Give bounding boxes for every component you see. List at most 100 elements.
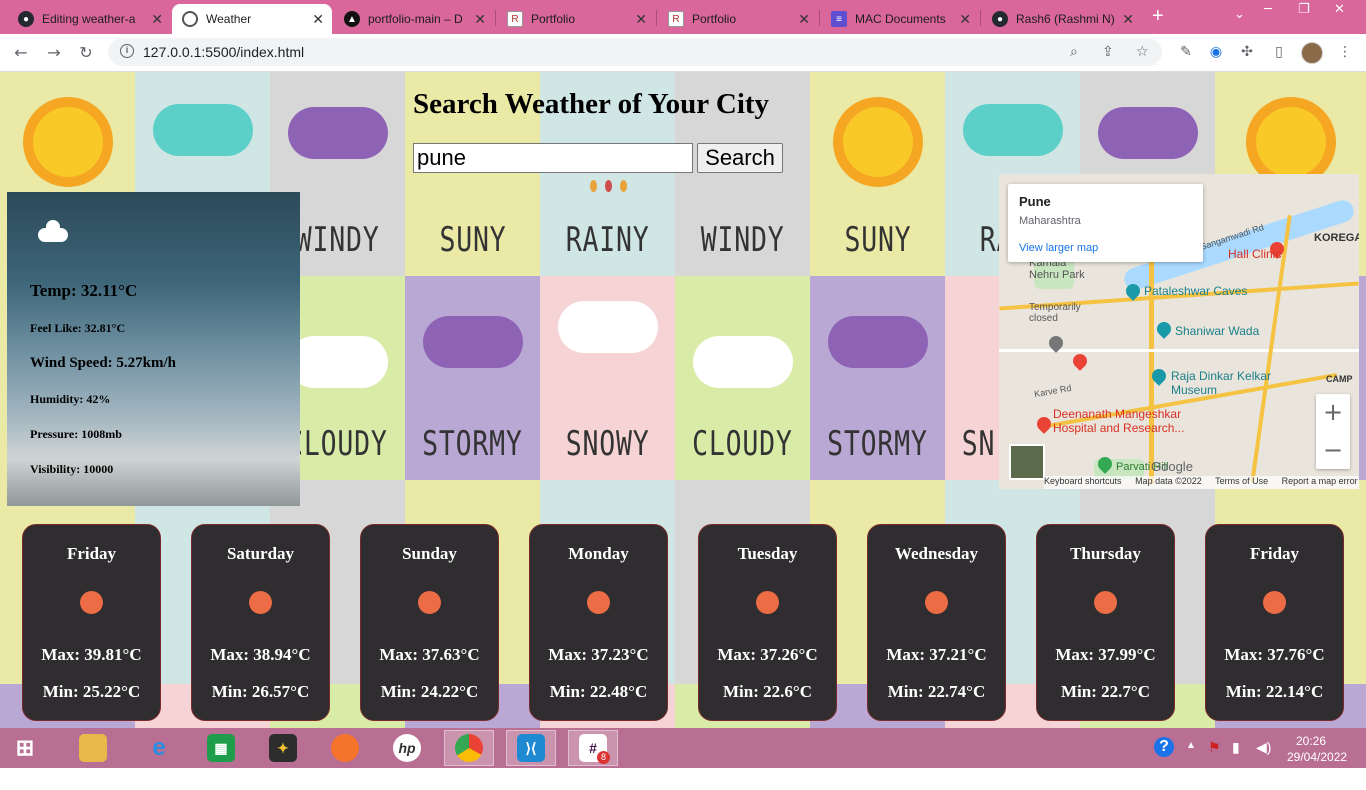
tab-close-button[interactable]: ✕ [635, 11, 647, 28]
forecast-day: Thursday [1070, 544, 1141, 563]
tab-separator [656, 10, 657, 26]
forecast-day: Saturday [226, 544, 295, 563]
forecast-min: Min: 22.14°C [1225, 682, 1324, 701]
map-label-koregaon: KOREGA [1314, 232, 1359, 244]
tab-mac-documents[interactable]: ≡ MAC Documents ✕ [821, 4, 979, 34]
tab-close-button[interactable]: ✕ [151, 11, 163, 28]
site-info-icon[interactable]: i [120, 44, 134, 58]
cloud-icon [38, 220, 68, 242]
map-place-region: Maharashtra [1019, 215, 1081, 227]
avatar[interactable] [1301, 42, 1323, 64]
bg-tile: STORMY [810, 276, 945, 480]
firefox-icon[interactable] [320, 730, 370, 766]
hp-icon[interactable]: hp [382, 730, 432, 766]
rain-cloud-icon [152, 104, 253, 156]
new-tab-button[interactable]: + [1152, 5, 1164, 28]
keyboard-shortcuts-link[interactable]: Keyboard shortcuts [1044, 476, 1122, 486]
embedded-map[interactable]: KOREGA Hall Clinic Kamala Nehru Park San… [999, 174, 1359, 489]
bg-word: WINDY [700, 220, 785, 260]
search-button[interactable]: Search [697, 143, 783, 173]
tab-portfolio-2[interactable]: R Portfolio ✕ [658, 4, 818, 34]
snow-cloud-icon [557, 301, 658, 353]
forecast-card: Saturday Max: 38.94°C Min: 26.57°C [191, 524, 330, 721]
tab-portfolio-main[interactable]: ▲ portfolio-main – D ✕ [334, 4, 494, 34]
sun-icon [32, 107, 103, 177]
vscode-icon[interactable]: ⟩⟨ [506, 730, 556, 766]
pressure: Pressure: 1008mb [30, 427, 122, 441]
paint-icon[interactable]: ✦ [258, 730, 308, 766]
city-search-input[interactable]: pune [413, 143, 693, 173]
satellite-toggle-thumbnail[interactable] [1009, 444, 1045, 480]
pen-extension-icon[interactable]: ✎ [1177, 43, 1195, 61]
tab-close-button[interactable]: ✕ [959, 11, 971, 28]
zoom-in-button[interactable]: + [1316, 394, 1350, 431]
volume-icon[interactable]: ◀) [1256, 739, 1271, 779]
view-larger-map-link[interactable]: View larger map [1019, 242, 1098, 254]
chrome-icon[interactable] [444, 730, 494, 766]
tab-rash6[interactable]: ● Rash6 (Rashmi N) ✕ [982, 4, 1142, 34]
raindrops-icon [590, 180, 627, 192]
forecast-min: Min: 24.22°C [380, 682, 479, 701]
forward-icon[interactable]: → [42, 41, 66, 65]
url-text[interactable]: 127.0.0.1:5500/index.html [143, 44, 304, 60]
tab-editing-weather[interactable]: ● Editing weather-a ✕ [8, 4, 171, 34]
tab-close-button[interactable]: ✕ [474, 11, 486, 28]
extension-icon[interactable]: ◉ [1207, 43, 1225, 61]
extensions-puzzle-icon[interactable]: ✣ [1238, 43, 1256, 61]
slack-badge: 8 [597, 751, 610, 764]
tab-close-button[interactable]: ✕ [312, 11, 324, 28]
minimize-icon[interactable]: ─ [1264, 2, 1272, 17]
kebab-menu-icon[interactable]: ⋮ [1336, 43, 1354, 61]
side-panel-icon[interactable]: ▯ [1270, 43, 1288, 61]
tab-title: portfolio-main – D [368, 12, 463, 26]
bookmark-star-icon[interactable]: ☆ [1136, 44, 1149, 60]
back-icon[interactable]: ← [9, 41, 33, 65]
sun-icon [80, 591, 103, 614]
battery-icon[interactable]: ▮ [1232, 739, 1240, 779]
bg-word: RAINY [565, 220, 650, 260]
map-label-shaniwar-wada: Shaniwar Wada [1175, 324, 1260, 338]
zoom-out-button[interactable]: − [1316, 432, 1350, 469]
bg-tile: SNOWY [540, 276, 675, 480]
forecast-day: Friday [1249, 544, 1300, 563]
slack-icon[interactable]: # 8 [568, 730, 618, 766]
tab-search-chevron-icon[interactable]: ⌄ [1234, 7, 1245, 22]
forecast-card: Thursday Max: 37.99°C Min: 22.7°C [1036, 524, 1175, 721]
action-center-flag-icon[interactable]: ⚑ [1208, 739, 1221, 779]
terms-link[interactable]: Terms of Use [1215, 476, 1268, 486]
tab-close-button[interactable]: ✕ [798, 11, 810, 28]
store-icon[interactable]: ▦ [196, 730, 246, 766]
forecast-day: Monday [568, 544, 629, 563]
bg-word: STORMY [422, 424, 523, 464]
zoom-icon[interactable]: ⌕ [1070, 44, 1078, 60]
windows-start-icon[interactable]: ⊞ [0, 730, 50, 766]
restore-icon[interactable]: ❐ [1298, 2, 1310, 17]
sun-icon [587, 591, 610, 614]
sun-icon [842, 107, 913, 177]
address-bar[interactable]: i 127.0.0.1:5500/index.html ⌕ ⇪ ☆ [108, 38, 1162, 66]
bg-word: SNOWY [565, 424, 650, 464]
bg-word: SUNY [843, 220, 911, 260]
forms-icon: ≡ [831, 11, 847, 27]
tab-weather[interactable]: Weather ✕ [172, 4, 332, 34]
share-icon[interactable]: ⇪ [1102, 44, 1114, 60]
feels-like: Feel Like: 32.81°C [30, 321, 126, 335]
forecast-day: Tuesday [737, 544, 798, 563]
forecast-min: Min: 22.48°C [549, 682, 648, 701]
forecast-card: Monday Max: 37.23°C Min: 22.48°C [529, 524, 668, 721]
tray-chevron-icon[interactable]: ▲ [1186, 740, 1196, 780]
tab-portfolio-1[interactable]: R Portfolio ✕ [497, 4, 655, 34]
help-icon[interactable]: ? [1154, 737, 1174, 777]
tab-close-button[interactable]: ✕ [1122, 11, 1134, 28]
map-data-text: Map data ©2022 [1135, 476, 1202, 486]
file-explorer-icon[interactable] [68, 730, 118, 766]
close-window-icon[interactable]: ✕ [1334, 2, 1345, 17]
wind-cloud-icon [287, 107, 388, 159]
internet-explorer-icon[interactable]: e [134, 730, 184, 766]
report-error-link[interactable]: Report a map error [1282, 476, 1358, 486]
page-title: Search Weather of Your City [413, 88, 770, 120]
map-label-raja-dinkar: Raja Dinkar Kelkar Museum [1171, 369, 1272, 397]
clock-date[interactable]: 29/04/2022 [1287, 750, 1347, 790]
sun-icon [1263, 591, 1286, 614]
reload-icon[interactable]: ↻ [74, 41, 98, 65]
